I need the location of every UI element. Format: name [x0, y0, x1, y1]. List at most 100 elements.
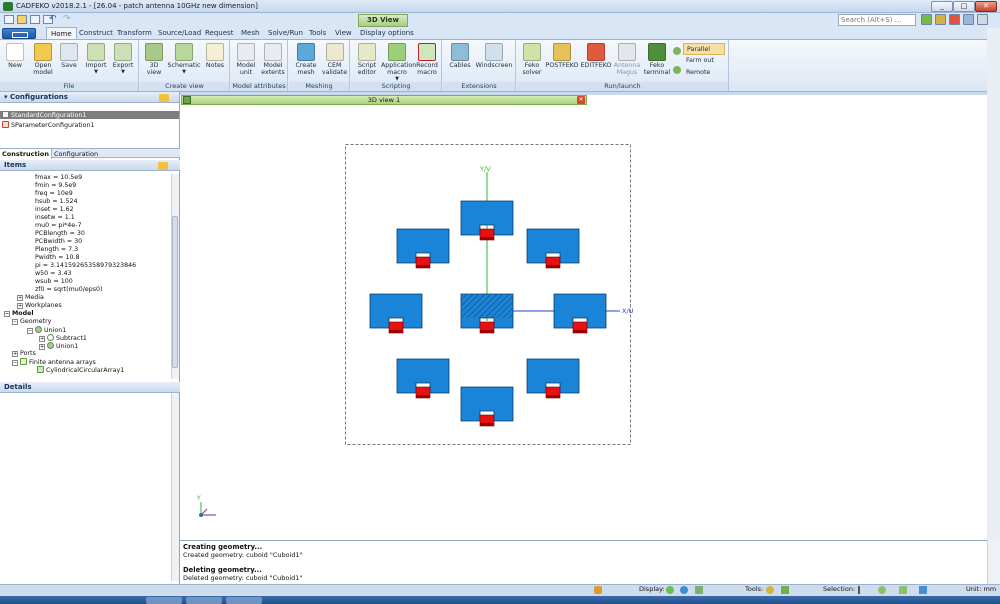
cursor-icon[interactable]	[858, 586, 864, 594]
variable-item[interactable]: Pwidth = 10.8	[0, 254, 171, 262]
variable-item[interactable]: insetw = 1.1	[0, 214, 171, 222]
patch-element[interactable]	[396, 358, 450, 399]
display-icon[interactable]	[666, 586, 674, 594]
file-menu-button[interactable]	[2, 28, 36, 39]
taskbar-button[interactable]	[226, 597, 262, 604]
open-model-button[interactable]: Open model	[29, 43, 57, 76]
display-icon-2[interactable]	[680, 586, 688, 594]
tree-geometry[interactable]: − Geometry	[0, 318, 171, 326]
tree-union1-child[interactable]: + Union1	[0, 342, 171, 350]
model-extents-button[interactable]: Model extents	[260, 43, 286, 76]
save-button[interactable]: Save	[58, 43, 80, 69]
notes-button[interactable]: Notes	[203, 43, 227, 69]
export-button[interactable]: Export ▼	[110, 43, 136, 76]
tree-ports[interactable]: + Ports	[0, 350, 171, 358]
patch-element[interactable]	[553, 293, 607, 334]
variable-item[interactable]: fmin = 9.5e9	[0, 182, 171, 190]
options-icon[interactable]	[977, 14, 988, 25]
feko-solver-button[interactable]: Feko solver	[519, 43, 545, 76]
editfeko-launch-icon[interactable]	[949, 14, 960, 25]
selection-icon-2[interactable]	[899, 586, 907, 594]
tree-finite-arrays[interactable]: − Finite antenna arrays	[0, 358, 171, 366]
config-sparameter[interactable]: SParameterConfiguration1	[0, 121, 179, 129]
cem-validate-button[interactable]: CEM validate	[321, 43, 348, 76]
record-macro-button[interactable]: Record macro	[414, 43, 440, 76]
tab-tools[interactable]: Tools	[305, 27, 330, 39]
variable-item[interactable]: freq = 10e9	[0, 190, 171, 198]
model-unit-button[interactable]: Model unit	[234, 43, 258, 76]
tab-configuration[interactable]: Configuration	[52, 149, 100, 159]
tab-construction[interactable]: Construction	[0, 149, 52, 159]
application-macro-button[interactable]: Application macro ▼	[381, 43, 416, 83]
variable-item[interactable]: PCBlength = 30	[0, 230, 171, 238]
editfeko-button[interactable]: EDITFEKO	[580, 43, 612, 69]
add-item-icon[interactable]	[158, 162, 168, 170]
tree-media[interactable]: + Media	[0, 294, 171, 302]
patch-element[interactable]	[460, 200, 514, 241]
new-button[interactable]: New	[3, 43, 27, 69]
patch-element[interactable]	[369, 293, 423, 334]
details-scrollbar[interactable]	[171, 393, 179, 581]
tab-construct[interactable]: Construct	[75, 27, 117, 39]
cables-button[interactable]: Cables	[446, 43, 474, 69]
search-input[interactable]: Search (Alt+S) ...	[838, 14, 916, 26]
run-options-icon-2[interactable]	[673, 66, 681, 74]
maximize-button[interactable]: □	[953, 1, 975, 12]
parallel-toggle[interactable]: Parallel	[683, 43, 725, 55]
tree-model[interactable]: − Model	[0, 310, 171, 318]
patch-element[interactable]	[396, 228, 450, 269]
3d-view-button[interactable]: 3D view	[143, 43, 165, 76]
taskbar-button[interactable]	[146, 597, 182, 604]
tab-source-load[interactable]: Source/Load	[154, 27, 205, 39]
variable-item[interactable]: inset = 1.62	[0, 206, 171, 214]
variable-item[interactable]: hsub = 1.524	[0, 198, 171, 206]
tree-scrollbar-thumb[interactable]	[172, 216, 178, 368]
close-button[interactable]: ✕	[975, 1, 997, 12]
view-tab-3d-view-1[interactable]: 3D view 1	[181, 95, 587, 105]
variable-item[interactable]: zf0 = sqrt(mu0/eps0)	[0, 286, 171, 294]
farm-out-toggle[interactable]: Farm out	[683, 55, 725, 67]
help-icon[interactable]	[963, 14, 974, 25]
tab-solve-run[interactable]: Solve/Run	[264, 27, 307, 39]
variable-item[interactable]: pi = 3.14159265358979323846	[0, 262, 171, 270]
create-mesh-button[interactable]: Create mesh	[292, 43, 320, 76]
antenna-magus-button[interactable]: Antenna Magus	[613, 43, 641, 76]
variable-item[interactable]: fmax = 10.5e9	[0, 174, 171, 182]
contextual-tab-3d-view[interactable]: 3D View	[358, 14, 408, 27]
run-options-icon[interactable]	[673, 47, 681, 55]
postfeko-launch-icon[interactable]	[935, 14, 946, 25]
open-quick-icon[interactable]	[17, 15, 27, 24]
feko-terminal-button[interactable]: Feko terminal	[642, 43, 672, 76]
config-standard[interactable]: StandardConfiguration1	[0, 111, 179, 119]
tab-transform[interactable]: Transform	[113, 27, 156, 39]
new-quick-icon[interactable]	[4, 15, 14, 24]
import-button[interactable]: Import ▼	[83, 43, 109, 76]
patch-element[interactable]	[526, 228, 580, 269]
tools-icon-2[interactable]	[781, 586, 789, 594]
variable-item[interactable]: wsub = 100	[0, 278, 171, 286]
variable-item[interactable]: Plength = 7.3	[0, 246, 171, 254]
cadfeko-launch-icon[interactable]	[921, 14, 932, 25]
windscreen-button[interactable]: Windscreen	[475, 43, 513, 69]
selection-icon-3[interactable]	[919, 586, 927, 594]
tree-union1[interactable]: − Union1	[0, 326, 171, 334]
tab-request[interactable]: Request	[201, 27, 237, 39]
model-canvas[interactable]: Y/V X/U Y	[180, 106, 987, 540]
undo-icon[interactable]: ↶	[49, 14, 57, 24]
variable-item[interactable]: PCBwidth = 30	[0, 238, 171, 246]
message-scrollbar[interactable]	[987, 540, 1000, 584]
display-icon-3[interactable]	[695, 586, 703, 594]
taskbar-button[interactable]	[186, 597, 222, 604]
view-close-icon[interactable]: ✕	[577, 96, 585, 104]
variable-item[interactable]: w50 = 3.43	[0, 270, 171, 278]
tree-workplanes[interactable]: + Workplanes	[0, 302, 171, 310]
postfeko-button[interactable]: POSTFEKO	[545, 43, 579, 69]
add-configuration-icon[interactable]	[159, 94, 169, 102]
minimize-button[interactable]: _	[931, 1, 953, 12]
save-quick-icon[interactable]	[30, 15, 40, 24]
patch-element-selected[interactable]	[421, 293, 551, 334]
patch-element[interactable]	[526, 358, 580, 399]
selection-icon[interactable]	[878, 586, 886, 594]
tree-subtract1[interactable]: + Subtract1	[0, 334, 171, 342]
mesh-status-icon[interactable]	[594, 586, 602, 594]
